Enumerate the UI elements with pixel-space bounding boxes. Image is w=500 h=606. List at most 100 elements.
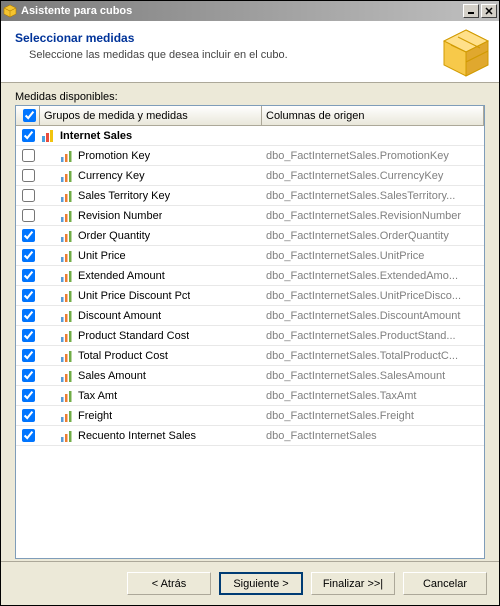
row-checkbox[interactable] bbox=[22, 149, 35, 162]
measure-row[interactable]: Total Product Costdbo_FactInternetSales.… bbox=[16, 346, 484, 366]
content-area: Medidas disponibles: Grupos de medida y … bbox=[1, 83, 499, 561]
measure-row[interactable]: Unit Pricedbo_FactInternetSales.UnitPric… bbox=[16, 246, 484, 266]
row-checkbox[interactable] bbox=[22, 229, 35, 242]
back-button[interactable]: < Atrás bbox=[127, 572, 211, 595]
row-name-cell: Unit Price Discount Pct bbox=[40, 288, 262, 304]
row-name-cell: Tax Amt bbox=[40, 388, 262, 404]
row-source-cell: dbo_FactInternetSales.UnitPriceDisco... bbox=[262, 290, 484, 302]
row-checkbox-cell bbox=[16, 129, 40, 142]
measure-icon bbox=[58, 348, 74, 364]
titlebar: Asistente para cubos bbox=[1, 1, 499, 21]
measure-row[interactable]: Sales Territory Key dbo_FactInternetSales… bbox=[16, 186, 484, 206]
row-source-cell: dbo_FactInternetSales.UnitPrice bbox=[262, 250, 484, 262]
row-checkbox-cell bbox=[16, 429, 40, 442]
row-name-cell: Internet Sales bbox=[40, 128, 262, 144]
wizard-footer: < Atrás Siguiente > Finalizar >>| Cancel… bbox=[1, 561, 499, 605]
row-checkbox-cell bbox=[16, 309, 40, 322]
row-checkbox-cell bbox=[16, 389, 40, 402]
row-checkbox-cell bbox=[16, 289, 40, 302]
measure-row[interactable]: Order Quantitydbo_FactInternetSales.Orde… bbox=[16, 226, 484, 246]
measure-icon bbox=[58, 248, 74, 264]
page-subtext: Seleccione las medidas que desea incluir… bbox=[29, 49, 369, 61]
row-name-cell: Revision Number bbox=[40, 208, 262, 224]
measure-icon bbox=[58, 388, 74, 404]
row-checkbox[interactable] bbox=[22, 349, 35, 362]
measure-icon bbox=[58, 428, 74, 444]
measure-icon bbox=[58, 208, 74, 224]
row-checkbox[interactable] bbox=[22, 209, 35, 222]
finish-button[interactable]: Finalizar >>| bbox=[311, 572, 395, 595]
row-checkbox[interactable] bbox=[22, 269, 35, 282]
row-name-cell: Sales Amount bbox=[40, 368, 262, 384]
measure-icon bbox=[58, 148, 74, 164]
select-all-checkbox[interactable] bbox=[23, 109, 36, 122]
cube-illustration bbox=[441, 27, 491, 77]
row-checkbox-cell bbox=[16, 169, 40, 182]
measure-row[interactable]: Discount Amount dbo_FactInternetSales.Dis… bbox=[16, 306, 484, 326]
row-checkbox[interactable] bbox=[22, 289, 35, 302]
row-name-cell: Recuento Internet Sales bbox=[40, 428, 262, 444]
row-name-text: Sales Amount bbox=[78, 370, 146, 382]
row-source-cell: dbo_FactInternetSales.SalesTerritory... bbox=[262, 190, 484, 202]
measure-icon bbox=[58, 408, 74, 424]
row-name-text: Product Standard Cost bbox=[78, 330, 189, 342]
available-measures-label: Medidas disponibles: bbox=[15, 91, 485, 103]
row-checkbox[interactable] bbox=[22, 429, 35, 442]
measure-row[interactable]: Extended Amountdbo_FactInternetSales.Ext… bbox=[16, 266, 484, 286]
column-header-source[interactable]: Columnas de origen bbox=[262, 106, 484, 125]
row-checkbox-cell bbox=[16, 189, 40, 202]
measure-row[interactable]: Unit Price Discount Pctdbo_FactInternetS… bbox=[16, 286, 484, 306]
row-name-cell: Discount Amount bbox=[40, 308, 262, 324]
row-name-text: Revision Number bbox=[78, 210, 162, 222]
row-checkbox[interactable] bbox=[22, 309, 35, 322]
row-checkbox[interactable] bbox=[22, 249, 35, 262]
row-checkbox-cell bbox=[16, 249, 40, 262]
row-checkbox[interactable] bbox=[22, 409, 35, 422]
measure-row[interactable]: Tax Amtdbo_FactInternetSales.TaxAmt bbox=[16, 386, 484, 406]
row-checkbox[interactable] bbox=[22, 189, 35, 202]
column-header-name[interactable]: Grupos de medida y medidas bbox=[40, 106, 262, 125]
cancel-button[interactable]: Cancelar bbox=[403, 572, 487, 595]
row-name-cell: Product Standard Cost bbox=[40, 328, 262, 344]
measure-row[interactable]: Revision Number dbo_FactInternetSales.Rev… bbox=[16, 206, 484, 226]
row-name-text: Recuento Internet Sales bbox=[78, 430, 196, 442]
row-name-text: Sales Territory Key bbox=[78, 190, 170, 202]
row-source-cell: dbo_FactInternetSales.ProductStand... bbox=[262, 330, 484, 342]
row-source-cell: dbo_FactInternetSales bbox=[262, 430, 484, 442]
row-checkbox[interactable] bbox=[22, 329, 35, 342]
header-checkbox-cell[interactable] bbox=[16, 106, 40, 125]
banner: Seleccionar medidas Seleccione las medid… bbox=[1, 21, 499, 83]
measure-icon bbox=[58, 328, 74, 344]
row-source-cell: dbo_FactInternetSales.RevisionNumber bbox=[262, 210, 484, 222]
row-source-cell: dbo_FactInternetSales.TotalProductC... bbox=[262, 350, 484, 362]
row-checkbox-cell bbox=[16, 369, 40, 382]
measure-row[interactable]: Currency Keydbo_FactInternetSales.Curren… bbox=[16, 166, 484, 186]
measure-icon bbox=[58, 228, 74, 244]
measure-icon bbox=[58, 288, 74, 304]
measure-group-row[interactable]: Internet Sales bbox=[16, 126, 484, 146]
next-button[interactable]: Siguiente > bbox=[219, 572, 303, 595]
page-heading: Seleccionar medidas bbox=[15, 31, 485, 45]
measure-icon bbox=[58, 368, 74, 384]
row-name-text: Currency Key bbox=[78, 170, 145, 182]
row-name-text: Tax Amt bbox=[78, 390, 117, 402]
row-checkbox[interactable] bbox=[22, 389, 35, 402]
row-name-cell: Total Product Cost bbox=[40, 348, 262, 364]
row-checkbox[interactable] bbox=[22, 169, 35, 182]
measure-row[interactable]: Product Standard Cost dbo_FactInternetSal… bbox=[16, 326, 484, 346]
measure-row[interactable]: Freightdbo_FactInternetSales.Freight bbox=[16, 406, 484, 426]
row-checkbox-cell bbox=[16, 269, 40, 282]
measure-group-icon bbox=[40, 128, 56, 144]
row-source-cell: dbo_FactInternetSales.SalesAmount bbox=[262, 370, 484, 382]
measure-row[interactable]: Sales Amount dbo_FactInternetSales.SalesA… bbox=[16, 366, 484, 386]
row-source-cell: dbo_FactInternetSales.DiscountAmount bbox=[262, 310, 484, 322]
minimize-button[interactable] bbox=[463, 4, 479, 18]
row-checkbox-cell bbox=[16, 209, 40, 222]
row-checkbox[interactable] bbox=[22, 369, 35, 382]
measure-row[interactable]: Recuento Internet Sales dbo_FactInternetS… bbox=[16, 426, 484, 446]
row-checkbox[interactable] bbox=[22, 129, 35, 142]
close-button[interactable] bbox=[481, 4, 497, 18]
row-name-text: Extended Amount bbox=[78, 270, 165, 282]
measure-row[interactable]: Promotion Keydbo_FactInternetSales.Promo… bbox=[16, 146, 484, 166]
row-name-text: Discount Amount bbox=[78, 310, 161, 322]
